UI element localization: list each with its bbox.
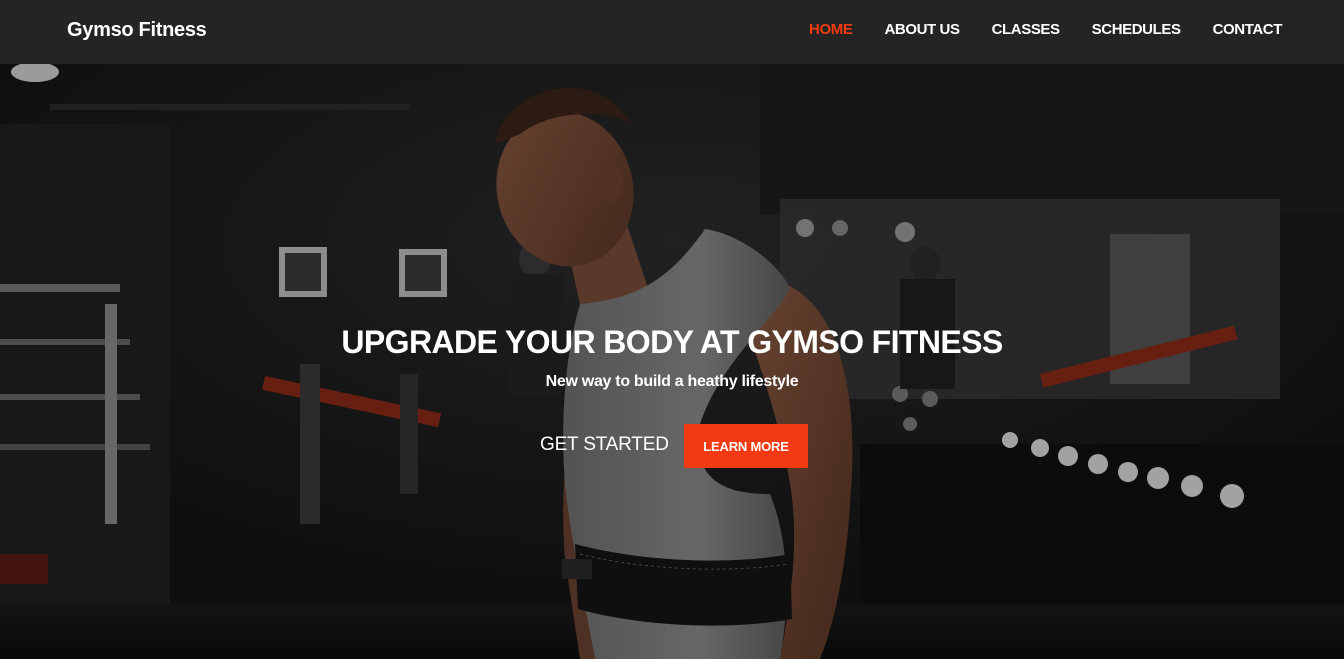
nav-link-about-us[interactable]: ABOUT US [884, 21, 960, 38]
navbar: Gymso Fitness HOME ABOUT US CLASSES SCHE… [0, 0, 1344, 64]
hero-title: UPGRADE YOUR BODY AT GYMSO FITNESS [341, 324, 1003, 360]
hero-subtitle: New way to build a heathy lifestyle [545, 373, 799, 390]
nav-menu: HOME ABOUT US CLASSES SCHEDULES CONTACT [777, 21, 1282, 38]
nav-link-schedules[interactable]: SCHEDULES [1092, 21, 1181, 38]
hero-section: UPGRADE YOUR BODY AT GYMSO FITNESS New w… [0, 64, 1344, 659]
brand-logo[interactable]: Gymso Fitness [67, 19, 207, 42]
get-started-link[interactable]: GET STARTED [540, 434, 669, 456]
learn-more-button[interactable]: LEARN MORE [684, 424, 808, 468]
nav-link-home[interactable]: HOME [809, 21, 853, 38]
nav-link-contact[interactable]: CONTACT [1213, 21, 1283, 38]
nav-link-classes[interactable]: CLASSES [992, 21, 1060, 38]
hero-overlay [0, 64, 1344, 659]
